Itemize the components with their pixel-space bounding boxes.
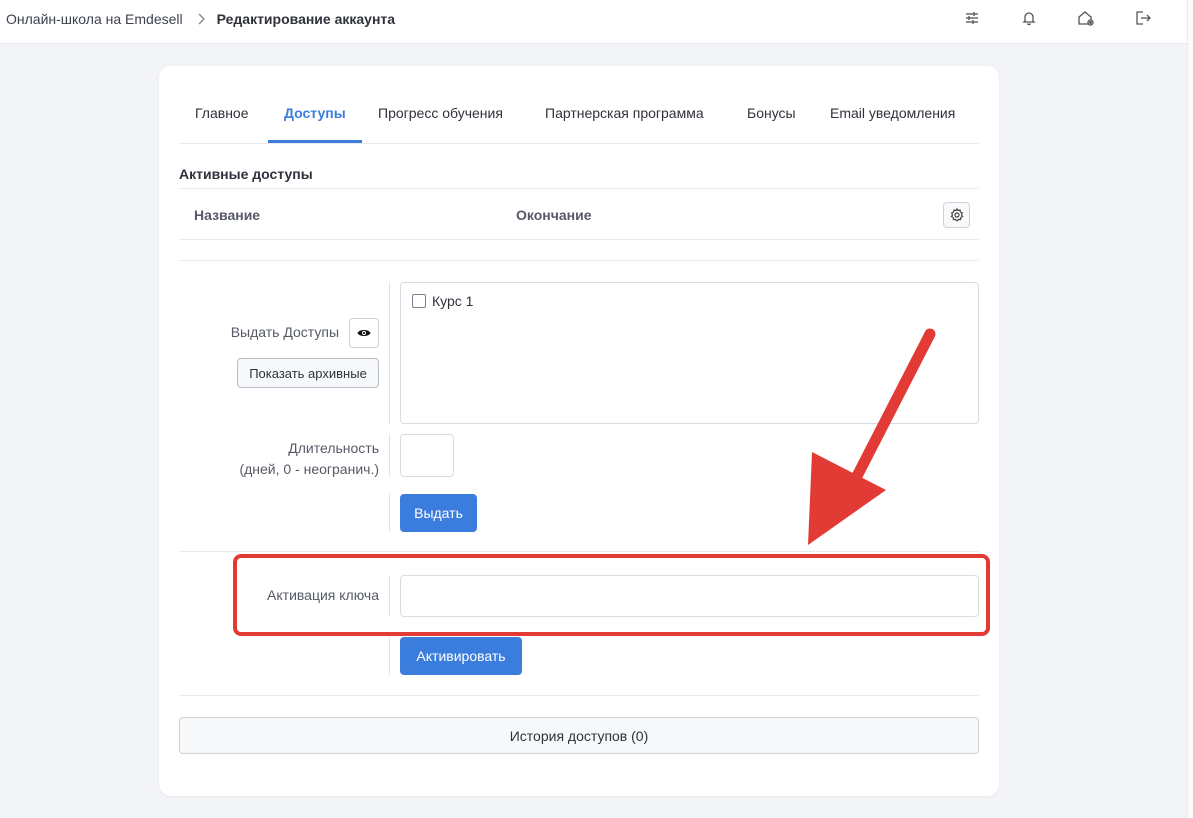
table-settings-button[interactable] [943, 202, 970, 228]
breadcrumb-parent-link[interactable]: Онлайн-школа на Emdesell [6, 11, 183, 27]
show-archived-button[interactable]: Показать архивные [237, 358, 379, 388]
bell-icon[interactable] [1019, 8, 1039, 28]
eye-icon [357, 328, 371, 338]
form-divider [389, 637, 390, 675]
grant-submit-button[interactable]: Выдать [400, 494, 477, 532]
gear-icon [950, 208, 964, 222]
toggle-visibility-button[interactable] [349, 318, 379, 348]
duration-label-line2: (дней, 0 - неогранич.) [239, 461, 379, 477]
tab-partner-program[interactable]: Партнерская программа [529, 99, 720, 143]
tab-main[interactable]: Главное [179, 99, 265, 143]
form-divider [389, 494, 390, 532]
active-access-table-header: Название Окончание [179, 188, 979, 240]
home-gear-icon[interactable] [1076, 8, 1096, 28]
form-divider [389, 282, 390, 424]
activation-key-input[interactable] [400, 575, 979, 617]
column-expiration: Окончание [516, 207, 592, 223]
account-card: Главное Доступы Прогресс обучения Партне… [159, 66, 999, 796]
logout-icon[interactable] [1133, 8, 1153, 28]
course-list: Курс 1 [400, 282, 979, 424]
duration-days-input[interactable] [400, 434, 454, 477]
form-divider [389, 434, 390, 477]
breadcrumb: Онлайн-школа на Emdesell Редактирование … [6, 10, 395, 28]
course-item[interactable]: Курс 1 [412, 293, 473, 309]
access-history-button[interactable]: История доступов (0) [179, 717, 979, 754]
divider [179, 551, 979, 552]
divider [179, 260, 979, 261]
sliders-icon[interactable] [962, 8, 982, 28]
tab-progress[interactable]: Прогресс обучения [362, 99, 519, 143]
column-name: Название [194, 207, 261, 223]
activate-key-button[interactable]: Активировать [400, 637, 522, 675]
duration-label: Длительность (дней, 0 - неогранич.) [179, 438, 379, 480]
tab-bar: Главное Доступы Прогресс обучения Партне… [179, 99, 979, 144]
scrollbar[interactable] [1187, 0, 1193, 818]
divider [179, 695, 979, 696]
active-access-title: Активные доступы [179, 166, 313, 182]
tab-access[interactable]: Доступы [268, 99, 362, 143]
duration-label-line1: Длительность [288, 440, 379, 456]
top-bar: Онлайн-школа на Emdesell Редактирование … [0, 0, 1187, 44]
course-checkbox[interactable] [412, 294, 426, 308]
key-activation-label: Активация ключа [267, 587, 379, 603]
grant-access-label: Выдать Доступы [230, 324, 339, 340]
breadcrumb-current: Редактирование аккаунта [216, 11, 396, 27]
course-name: Курс 1 [432, 293, 474, 309]
tab-bonuses[interactable]: Бонусы [731, 99, 812, 143]
tab-email-notifications[interactable]: Email уведомления [814, 99, 971, 143]
chevron-right-icon [197, 13, 205, 25]
form-divider [389, 575, 390, 617]
